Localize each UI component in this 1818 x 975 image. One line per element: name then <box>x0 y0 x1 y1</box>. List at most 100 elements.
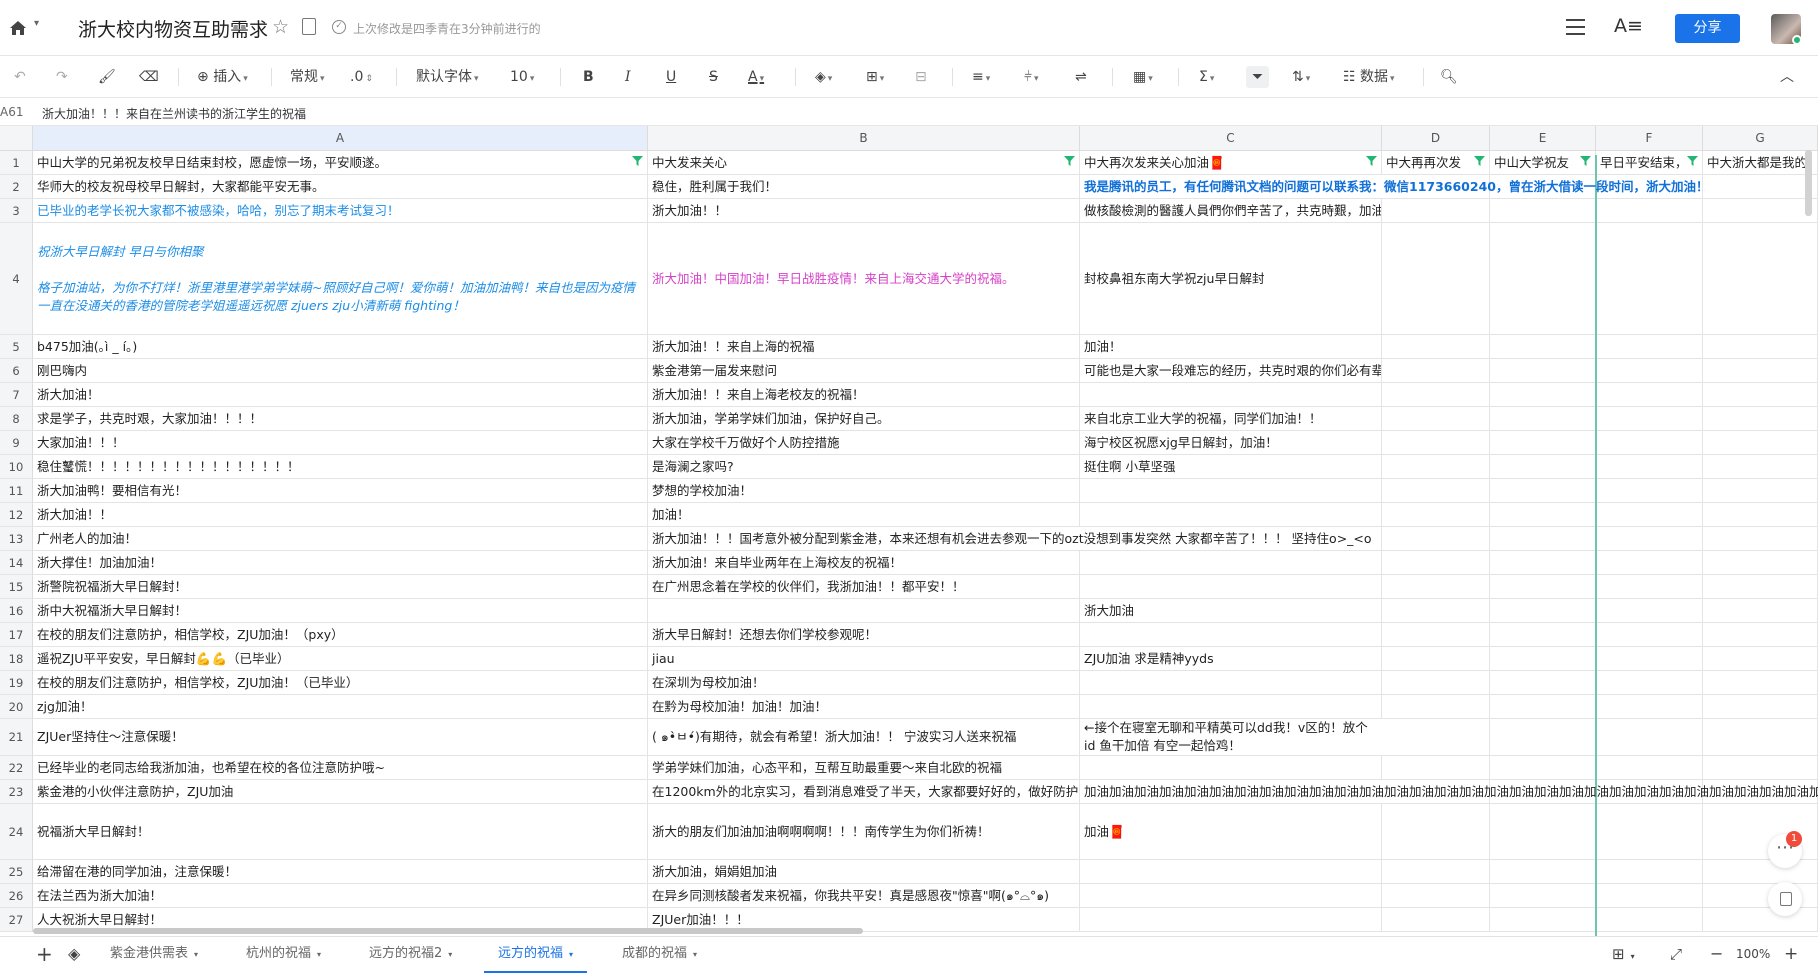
header-cell-e[interactable]: 中山大学祝友 <box>1490 151 1596 175</box>
table-cell-a[interactable]: 稳住鼜慌！！！！！！！！！！！！！！！！！ <box>33 455 648 479</box>
table-cell-c[interactable]: 加油🧧 <box>1080 804 1382 860</box>
column-header-d[interactable]: D <box>1382 126 1490 151</box>
empty-cell[interactable] <box>1490 804 1596 860</box>
empty-cell[interactable] <box>1703 503 1818 527</box>
table-cell-b[interactable]: 稳住，胜利属于我们！ <box>648 175 1080 199</box>
empty-cell[interactable] <box>1596 479 1703 503</box>
table-cell-a[interactable]: 大家加油！！！ <box>33 431 648 455</box>
table-cell-c[interactable]: 海宁校区祝愿xjg早日解封，加油！ <box>1080 431 1382 455</box>
empty-cell[interactable] <box>1596 671 1703 695</box>
table-cell-b[interactable]: ( ๑•̀ㅂ•́)有期待，就会有希望！浙大加油！！ 宁波实习人送来祝福 <box>648 719 1080 756</box>
row-header[interactable]: 10 <box>0 455 33 479</box>
row-header[interactable]: 16 <box>0 599 33 623</box>
document-title[interactable]: 浙大校内物资互助需求 <box>78 15 268 42</box>
empty-cell[interactable] <box>1382 455 1490 479</box>
empty-cell[interactable] <box>1490 719 1596 756</box>
side-panel-button[interactable] <box>1768 882 1802 916</box>
empty-cell[interactable] <box>1382 335 1490 359</box>
empty-cell[interactable] <box>1596 647 1703 671</box>
home-menu-caret-icon[interactable]: ▾ <box>34 18 39 29</box>
formula-input[interactable]: 浙大加油！！！来自在兰州读书的浙江学生的祝福 <box>42 105 306 122</box>
empty-cell[interactable] <box>1703 383 1818 407</box>
table-cell-b[interactable]: 浙大加油！！ <box>648 199 1080 223</box>
tab-sheet-2[interactable]: 远方的祝福2 ▾ <box>355 937 466 973</box>
row-header[interactable]: 27 <box>0 908 33 932</box>
empty-cell[interactable] <box>1382 359 1490 383</box>
empty-cell[interactable] <box>1490 860 1596 884</box>
empty-cell[interactable] <box>1703 527 1818 551</box>
empty-cell[interactable] <box>1382 551 1490 575</box>
empty-cell[interactable] <box>1382 503 1490 527</box>
filter-icon[interactable] <box>1474 154 1485 172</box>
data-menu-button[interactable]: ☷ 数据 ▾ <box>1343 66 1395 88</box>
empty-cell[interactable] <box>1490 199 1596 223</box>
table-cell-a[interactable]: 给滞留在港的同学加油，注意保暖！ <box>33 860 648 884</box>
table-cell-c[interactable]: 封校鼻祖东南大学祝zju早日解封 <box>1080 223 1382 335</box>
empty-cell[interactable] <box>1703 431 1818 455</box>
table-cell-c[interactable] <box>1080 551 1382 575</box>
row-header[interactable]: 8 <box>0 407 33 431</box>
table-cell-b[interactable]: 是海澜之家吗? <box>648 455 1080 479</box>
empty-cell[interactable] <box>1596 503 1703 527</box>
cell-reference[interactable]: A61 <box>0 105 23 119</box>
empty-cell[interactable] <box>1490 527 1596 551</box>
table-cell-b[interactable] <box>648 599 1080 623</box>
table-cell-b[interactable]: 浙大加油！！来自上海的祝福 <box>648 335 1080 359</box>
empty-cell[interactable] <box>1703 407 1818 431</box>
empty-cell[interactable] <box>1382 407 1490 431</box>
row-header[interactable]: 5 <box>0 335 33 359</box>
table-cell-a[interactable]: 广州老人的加油！ <box>33 527 648 551</box>
view-mode-icon[interactable]: ⊞ ▾ <box>1598 937 1649 973</box>
table-cell-b[interactable]: 浙大加油！中国加油！早日战胜疫情！来自上海交通大学的祝福。 <box>648 223 1080 335</box>
sheets-list-icon[interactable]: ◈ <box>54 937 94 973</box>
table-cell-c[interactable]: 挺住啊 小草坚强 <box>1080 455 1382 479</box>
table-cell-a[interactable]: 华师大的校友祝母校早日解封，大家都能平安无事。 <box>33 175 648 199</box>
empty-cell[interactable] <box>1703 860 1818 884</box>
search-icon[interactable]: 🔍︎ <box>1440 66 1458 88</box>
empty-cell[interactable] <box>1382 695 1490 719</box>
header-cell-d[interactable]: 中大再再次发 <box>1382 151 1490 175</box>
sort-icon[interactable]: ⇅ ▾ <box>1292 66 1310 88</box>
table-cell-c[interactable] <box>1080 884 1382 908</box>
empty-cell[interactable] <box>1596 551 1703 575</box>
format-painter-icon[interactable]: 🖌 <box>98 66 116 88</box>
empty-cell[interactable] <box>1596 407 1703 431</box>
table-cell-b[interactable]: 浙大加油，娟娟姐加油 <box>648 860 1080 884</box>
table-cell-c[interactable] <box>1080 695 1382 719</box>
chart-insert-icon[interactable]: ▦ ▾ <box>1133 66 1153 88</box>
empty-cell[interactable] <box>1596 884 1703 908</box>
filter-icon[interactable] <box>1366 154 1377 172</box>
row-header[interactable]: 9 <box>0 431 33 455</box>
table-cell-c[interactable]: ←接个在寝室无聊和平精英可以dd我！v区的！放个id 鱼干加倍 有空一起恰鸡！ <box>1080 719 1382 756</box>
row-header[interactable]: 1 <box>0 151 33 175</box>
empty-cell[interactable] <box>1596 575 1703 599</box>
table-cell-a[interactable]: 遥祝ZJU平平安安，早日解封💪💪（已毕业） <box>33 647 648 671</box>
row-header[interactable]: 23 <box>0 780 33 804</box>
borders-icon[interactable]: ⊞ ▾ <box>866 66 884 88</box>
empty-cell[interactable] <box>1596 756 1703 780</box>
table-cell-b[interactable]: 梦想的学校加油！ <box>648 479 1080 503</box>
table-cell-a[interactable]: 浙大加油鸭！要相信有光！ <box>33 479 648 503</box>
table-cell-b[interactable]: 在异乡同测核酸者发来祝福，你我共平安！真是感恩夜"惊喜"啊(๑°⌓°๑) <box>648 884 1080 908</box>
header-cell-g[interactable]: 中大浙大都是我的 <box>1703 151 1818 175</box>
table-cell-b[interactable]: 在1200km外的北京实习，看到消息难受了半天，大家都要好好的，做好防护，戴好口… <box>648 780 1080 804</box>
empty-cell[interactable] <box>1382 223 1490 335</box>
underline-button[interactable]: U <box>666 66 676 88</box>
table-cell-c[interactable] <box>1080 575 1382 599</box>
empty-cell[interactable] <box>1490 335 1596 359</box>
font-family-select[interactable]: 默认字体 ▾ <box>416 66 479 88</box>
table-cell-c[interactable] <box>1080 908 1382 932</box>
header-cell-a[interactable]: 中山大学的兄弟祝友校早日结束封校，愿虚惊一场，平安顺遂。 <box>33 151 648 175</box>
vertical-align-icon[interactable]: ⫩ ▾ <box>1024 66 1039 88</box>
empty-cell[interactable] <box>1703 599 1818 623</box>
table-cell-b[interactable]: 大家在学校千万做好个人防控措施 <box>648 431 1080 455</box>
empty-cell[interactable] <box>1490 479 1596 503</box>
table-cell-c[interactable]: 浙大加油 <box>1080 599 1382 623</box>
row-header[interactable]: 6 <box>0 359 33 383</box>
table-cell-b[interactable]: 学弟学妹们加油，心态平和，互帮互助最重要～来自北欧的祝福 <box>648 756 1080 780</box>
column-header-f[interactable]: F <box>1596 126 1703 151</box>
font-size-select[interactable]: 10 ▾ <box>510 66 534 88</box>
empty-cell[interactable] <box>1703 908 1818 932</box>
empty-cell[interactable] <box>1382 623 1490 647</box>
empty-cell[interactable] <box>1382 575 1490 599</box>
